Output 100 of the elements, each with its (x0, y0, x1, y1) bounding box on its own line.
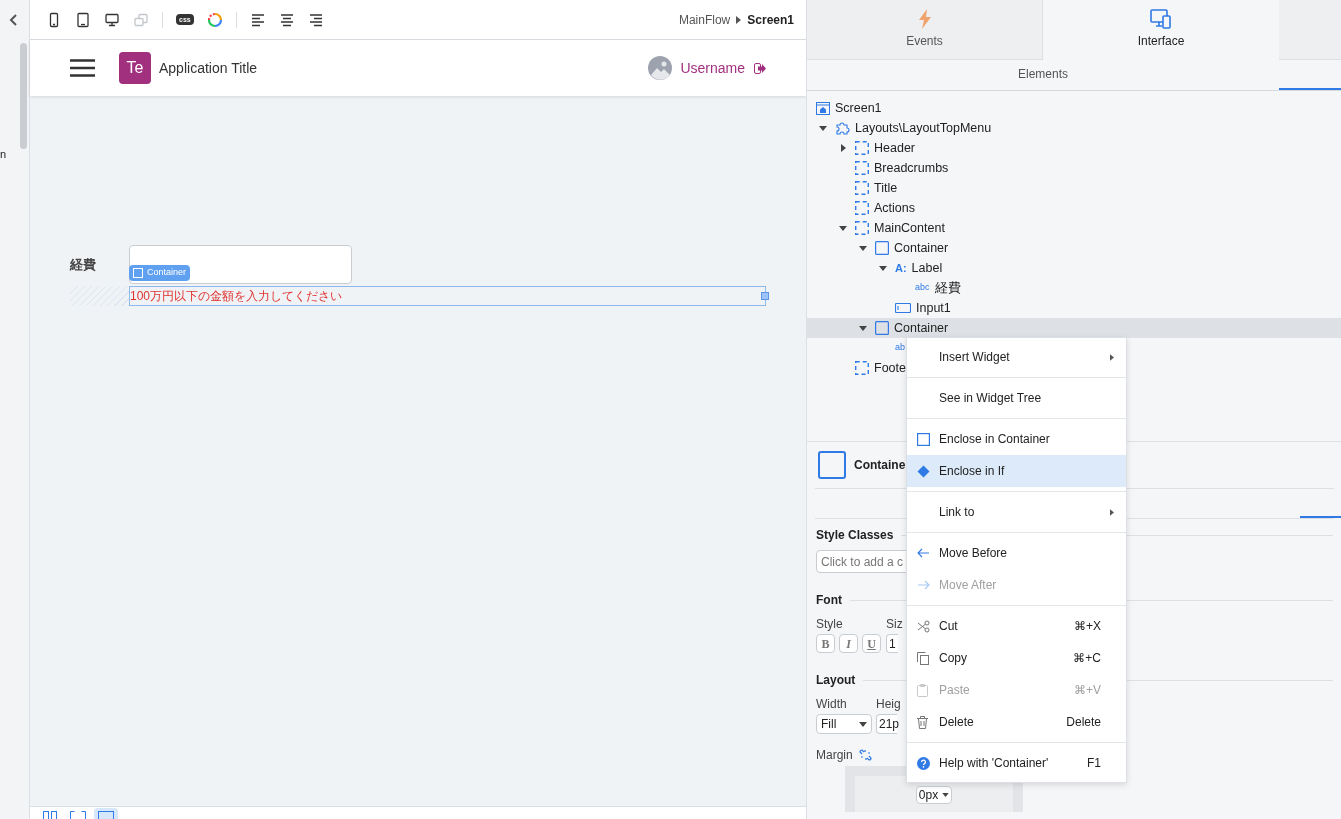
tree-row[interactable]: Screen1 (807, 98, 886, 118)
shortcut-label: ⌘+V (1074, 682, 1101, 699)
dashed-square-icon (855, 161, 869, 175)
menu-item[interactable]: Cut ⌘+X (907, 610, 1126, 642)
sub-tab[interactable]: Elements (807, 60, 1279, 90)
tree-label: Breadcrumbs (874, 159, 949, 177)
tree-label: Header (874, 139, 915, 157)
text-icon: abc (915, 281, 930, 295)
caret-right-icon (736, 15, 742, 24)
tree-label: Actions (874, 199, 915, 217)
font-style-button[interactable]: I (839, 634, 858, 653)
caret-right-icon (1110, 508, 1114, 516)
shortcut-label: F1 (1087, 755, 1101, 772)
tree-row[interactable]: MainContent (807, 218, 949, 238)
tree-row[interactable]: Foote (807, 358, 910, 378)
grid-icon[interactable] (43, 811, 57, 819)
clipboard-icon (917, 683, 928, 697)
tree-row[interactable]: Header (807, 138, 919, 158)
tree-label: Input1 (916, 299, 951, 317)
tree-label: Title (874, 179, 898, 197)
tree-label: MainContent (874, 219, 945, 237)
caret-down-icon[interactable] (859, 325, 867, 331)
font-size-field[interactable]: 1 (886, 634, 898, 653)
menu-item[interactable]: Enclose in If (907, 455, 1126, 487)
menu-item[interactable]: See in Widget Tree (907, 382, 1126, 414)
margin-select[interactable]: 0px (915, 786, 953, 804)
font-style-button[interactable]: B (816, 634, 835, 653)
field-label: Style (816, 616, 844, 633)
breadcrumb-item[interactable]: MainFlow (678, 10, 731, 29)
field-label: Heig (876, 696, 901, 713)
field-label: Width (816, 696, 848, 713)
align-center-icon[interactable] (278, 11, 295, 28)
tree-row[interactable]: A: Label (807, 258, 947, 278)
tree-row[interactable]: Input1 (807, 298, 955, 318)
tree-row[interactable]: Actions (807, 198, 919, 218)
tablet-icon[interactable] (75, 11, 91, 28)
width-select[interactable]: Fill (816, 714, 872, 734)
caret-down-icon[interactable] (859, 245, 867, 251)
color-wheel-icon[interactable] (206, 11, 223, 28)
tree-label: Screen1 (835, 99, 882, 117)
logout-icon[interactable] (754, 62, 766, 74)
text-icon: ab (895, 341, 905, 355)
field-label: Margin (816, 747, 853, 764)
label-icon: A: (895, 259, 907, 277)
square-icon (917, 432, 930, 446)
screen-icon[interactable] (98, 811, 114, 819)
devices-icon (1150, 9, 1172, 29)
frame-corners-icon[interactable] (70, 811, 86, 819)
menu-icon[interactable] (70, 59, 95, 77)
square-icon (875, 241, 889, 255)
selected-container[interactable]: 100万円以下の金額を入力してください (129, 286, 766, 306)
tree-row[interactable]: Breadcrumbs (807, 158, 953, 178)
scrollbar-thumb[interactable] (20, 43, 27, 149)
caret-down-icon[interactable] (819, 125, 827, 131)
font-style-button[interactable]: U (862, 634, 881, 653)
align-left-icon[interactable] (249, 11, 266, 28)
tree-row[interactable]: Layouts\LayoutTopMenu (807, 118, 996, 138)
menu-item[interactable]: Insert Widget (907, 341, 1126, 373)
shortcut-label: ⌘+X (1074, 618, 1101, 635)
caret-down-icon[interactable] (879, 265, 887, 271)
unlink-icon[interactable] (858, 749, 872, 761)
menu-item[interactable]: Enclose in Container (907, 423, 1126, 455)
align-right-icon[interactable] (307, 11, 324, 28)
section-heading: Layout (816, 672, 856, 689)
caret-down-icon (942, 793, 950, 797)
chevron-left-icon[interactable] (9, 14, 17, 26)
resize-handle[interactable] (761, 292, 769, 300)
input-field-icon (895, 303, 911, 313)
lightning-icon (917, 9, 932, 29)
caret-right-icon (1110, 353, 1114, 361)
field-label: 経費 (70, 255, 97, 274)
dashed-square-icon (855, 221, 869, 235)
validation-message: 100万円以下の金額を入力してください (130, 288, 343, 305)
tree-row[interactable]: abc 経費 (807, 278, 965, 298)
scissors-icon (917, 619, 930, 633)
tree-label: Container (894, 319, 949, 337)
menu-item[interactable]: Copy ⌘+C (907, 642, 1126, 674)
menu-item[interactable]: Move Before (907, 537, 1126, 569)
menu-item[interactable]: Delete Delete (907, 706, 1126, 738)
dashed-square-icon (855, 361, 869, 375)
field-label: Siz (886, 616, 903, 633)
dashed-square-icon (855, 141, 869, 155)
height-field[interactable]: 21p (876, 714, 897, 734)
panel-tab[interactable]: Events (807, 0, 1043, 60)
tree-row[interactable]: Title (807, 178, 902, 198)
menu-item[interactable]: Help with 'Container' F1 (907, 747, 1126, 779)
username-link[interactable]: Username (680, 57, 745, 79)
section-heading: Font (816, 592, 842, 609)
tree-label: Layouts\LayoutTopMenu (855, 119, 992, 137)
app-title: Application Title (159, 58, 258, 78)
hatched-area (70, 286, 129, 306)
tree-row[interactable]: Container (807, 318, 1341, 338)
caret-down-icon[interactable] (839, 225, 847, 231)
caret-right-icon[interactable] (840, 144, 846, 152)
menu-item[interactable]: Link to (907, 496, 1126, 528)
tree-row[interactable]: ab (807, 338, 909, 358)
monitor-icon[interactable] (104, 11, 120, 28)
puzzle-icon (835, 121, 850, 135)
shortcut-label: ⌘+C (1073, 650, 1101, 667)
tree-row[interactable]: Container (807, 238, 953, 258)
